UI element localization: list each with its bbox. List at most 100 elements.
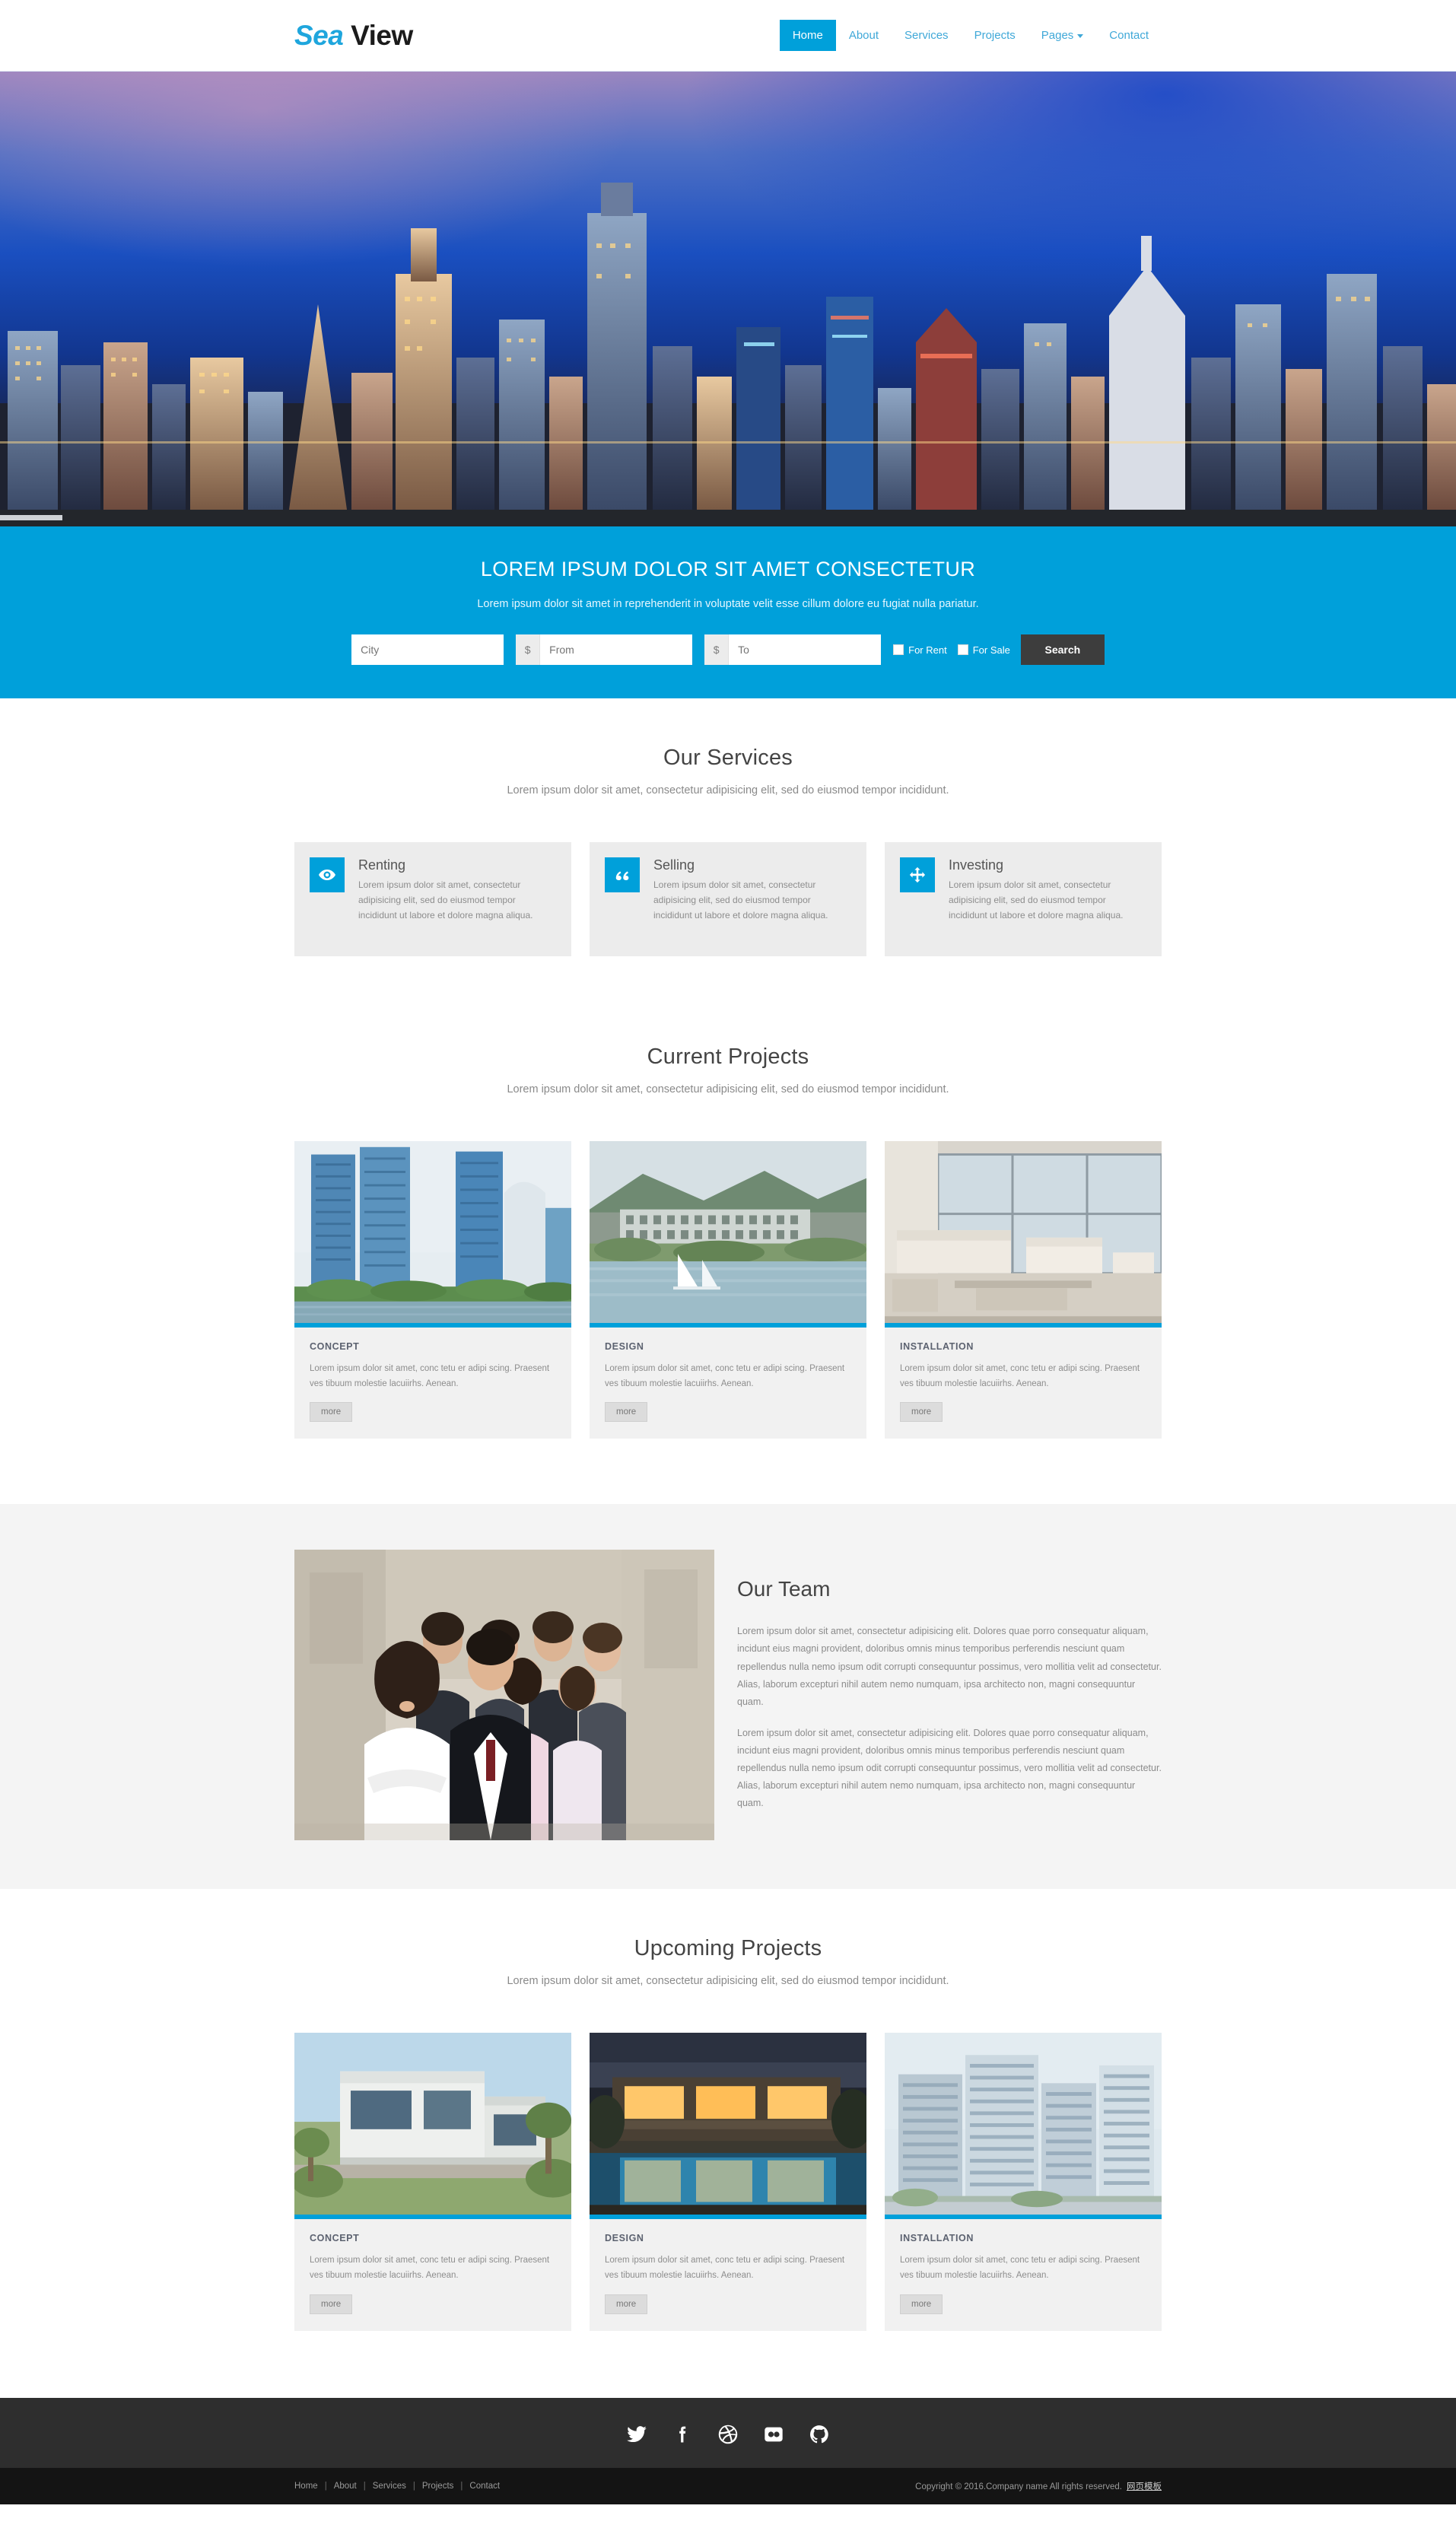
nav-item-contact[interactable]: Contact — [1096, 20, 1162, 51]
footer-nav-separator: | — [412, 2481, 415, 2491]
project-more-button[interactable]: more — [605, 1402, 648, 1423]
footer-nav-home[interactable]: Home — [294, 2482, 318, 2491]
footer-bottom-bar: Home | About | Services | Projects | Contact Cop… — [0, 2467, 1456, 2504]
nav-item-about[interactable]: About — [836, 20, 892, 51]
service-card-text: Lorem ipsum dolor sit amet, consectetur … — [653, 879, 828, 921]
footer-social-bar — [0, 2397, 1456, 2468]
chevron-down-icon — [1077, 33, 1084, 38]
current-projects-row: CONCEPT Lorem ipsum dolor sit amet, conc… — [294, 1141, 1163, 1439]
checkbox-icon[interactable] — [957, 644, 968, 655]
project-card[interactable]: INSTALLATION Lorem ipsum dolor sit amet,… — [885, 2033, 1162, 2331]
service-card-title: Renting — [358, 857, 406, 873]
footer-copyright: Copyright © 2016.Company name All rights… — [915, 2480, 1162, 2492]
upcoming-projects-title: Upcoming Projects — [634, 1936, 822, 1961]
search-price-from-input[interactable] — [540, 634, 693, 665]
project-card-label: CONCEPT — [310, 2233, 360, 2244]
search-price-to-input[interactable] — [729, 634, 882, 665]
upcoming-projects-section: Upcoming Projects Lorem ipsum dolor sit … — [0, 1889, 1456, 2398]
dribbble-icon[interactable] — [717, 2424, 739, 2445]
current-projects-title: Current Projects — [647, 1045, 809, 1069]
hero-title: LOREM IPSUM DOLOR SIT AMET CONSECTETUR — [480, 558, 976, 580]
upcoming-projects-row: CONCEPT Lorem ipsum dolor sit amet, conc… — [291, 2033, 1162, 2331]
twitter-icon[interactable] — [626, 2424, 647, 2445]
project-card[interactable]: DESIGN Lorem ipsum dolor sit amet, conc … — [590, 1141, 866, 1439]
project-more-button[interactable]: more — [310, 2294, 353, 2314]
project-card-label: CONCEPT — [310, 1341, 360, 1352]
search-city-input[interactable] — [351, 634, 504, 665]
services-card-row: Renting Lorem ipsum dolor sit amet, cons… — [294, 842, 1162, 956]
facebook-icon[interactable] — [672, 2424, 693, 2445]
hero-slider-track — [0, 510, 1456, 526]
github-icon[interactable] — [809, 2424, 830, 2445]
nav-item-services[interactable]: Services — [892, 20, 962, 51]
search-price-from-group: $ — [516, 634, 693, 665]
project-thumbnail — [885, 1141, 1163, 1328]
main-navigation: Home About Services Projects Pages Conta… — [779, 20, 1162, 51]
copyright-text: Copyright © 2016.Company name All rights… — [915, 2482, 1122, 2491]
for-sale-checkbox[interactable]: For Sale — [957, 644, 1010, 656]
project-thumbnail — [885, 2033, 1162, 2220]
copyright-cn-link[interactable]: 网页模板 — [1127, 2482, 1162, 2491]
search-price-to-group: $ — [704, 634, 882, 665]
services-section: Our Services Lorem ipsum dolor sit amet,… — [0, 698, 1456, 1000]
move-arrows-icon — [900, 857, 935, 892]
site-logo[interactable]: Sea View — [294, 21, 413, 49]
project-thumbnail — [585, 2033, 874, 2220]
project-card-label: INSTALLATION — [900, 1341, 974, 1352]
project-card-text: Lorem ipsum dolor sit amet, conc tetu er… — [310, 1364, 550, 1389]
site-header: Sea View Home About Services Projects Pa… — [0, 0, 1456, 72]
nav-item-projects[interactable]: Projects — [962, 20, 1028, 51]
team-photo — [294, 1550, 714, 1841]
footer-nav-about[interactable]: About — [334, 2482, 357, 2491]
project-card[interactable]: INSTALLATION Lorem ipsum dolor sit amet,… — [885, 1141, 1163, 1439]
service-card[interactable]: Selling Lorem ipsum dolor sit amet, cons… — [590, 842, 866, 956]
project-more-button[interactable]: more — [900, 1402, 943, 1423]
project-card[interactable]: DESIGN Lorem ipsum dolor sit amet, conc … — [585, 2033, 874, 2331]
footer-navigation: Home | About | Services | Projects | Contact — [294, 2482, 500, 2491]
project-card-text: Lorem ipsum dolor sit amet, conc tetu er… — [900, 2256, 1140, 2281]
team-section: Our Team Lorem ipsum dolor sit amet, con… — [0, 1504, 1456, 1890]
project-card-text: Lorem ipsum dolor sit amet, conc tetu er… — [605, 2256, 845, 2281]
logo-text-secondary: View — [351, 20, 413, 51]
for-rent-checkbox[interactable]: For Rent — [893, 644, 947, 656]
for-rent-label: For Rent — [908, 644, 947, 656]
checkbox-icon[interactable] — [893, 644, 904, 655]
footer-nav-services[interactable]: Services — [373, 2482, 406, 2491]
project-card-text: Lorem ipsum dolor sit amet, conc tetu er… — [605, 1364, 845, 1389]
flickr-icon[interactable] — [763, 2424, 784, 2445]
service-card-text: Lorem ipsum dolor sit amet, consectetur … — [949, 879, 1124, 921]
team-text-block: Our Team Lorem ipsum dolor sit amet, con… — [737, 1550, 1162, 1826]
team-paragraph-1: Lorem ipsum dolor sit amet, consectetur … — [737, 1626, 1162, 1707]
property-search-form: $ $ For Rent For Sale Search — [294, 634, 1162, 665]
project-card[interactable]: CONCEPT Lorem ipsum dolor sit amet, conc… — [291, 2033, 580, 2331]
nav-item-pages-label: Pages — [1041, 29, 1074, 42]
nav-item-pages[interactable]: Pages — [1028, 20, 1097, 51]
project-card-label: DESIGN — [605, 2233, 644, 2244]
footer-nav-separator: | — [324, 2481, 327, 2491]
service-card[interactable]: Investing Lorem ipsum dolor sit amet, co… — [885, 842, 1162, 956]
nav-item-home[interactable]: Home — [779, 20, 836, 51]
project-card-label: INSTALLATION — [900, 2233, 974, 2244]
project-thumbnail — [291, 2033, 580, 2220]
search-button[interactable]: Search — [1020, 634, 1105, 665]
project-more-button[interactable]: more — [605, 2294, 648, 2314]
hero-slider-progress[interactable] — [0, 515, 62, 520]
hero-banner — [0, 72, 1456, 526]
hero-cityscape-illustration — [0, 183, 1456, 510]
eye-icon — [310, 857, 345, 892]
currency-symbol-icon: $ — [704, 634, 730, 665]
project-card-text: Lorem ipsum dolor sit amet, conc tetu er… — [310, 2256, 550, 2281]
footer-nav-projects[interactable]: Projects — [422, 2482, 454, 2491]
team-title: Our Team — [737, 1577, 831, 1601]
footer-nav-contact[interactable]: Contact — [469, 2482, 500, 2491]
project-thumbnail — [590, 1141, 866, 1328]
project-more-button[interactable]: more — [310, 1402, 353, 1423]
service-card-title: Selling — [653, 857, 695, 873]
footer-nav-separator: | — [460, 2481, 463, 2491]
service-card[interactable]: Renting Lorem ipsum dolor sit amet, cons… — [294, 842, 571, 956]
current-projects-subtitle: Lorem ipsum dolor sit amet, consectetur … — [507, 1083, 949, 1095]
project-card[interactable]: CONCEPT Lorem ipsum dolor sit amet, conc… — [294, 1141, 582, 1439]
services-title: Our Services — [663, 746, 793, 770]
project-more-button[interactable]: more — [900, 2294, 943, 2314]
service-card-title: Investing — [949, 857, 1004, 873]
